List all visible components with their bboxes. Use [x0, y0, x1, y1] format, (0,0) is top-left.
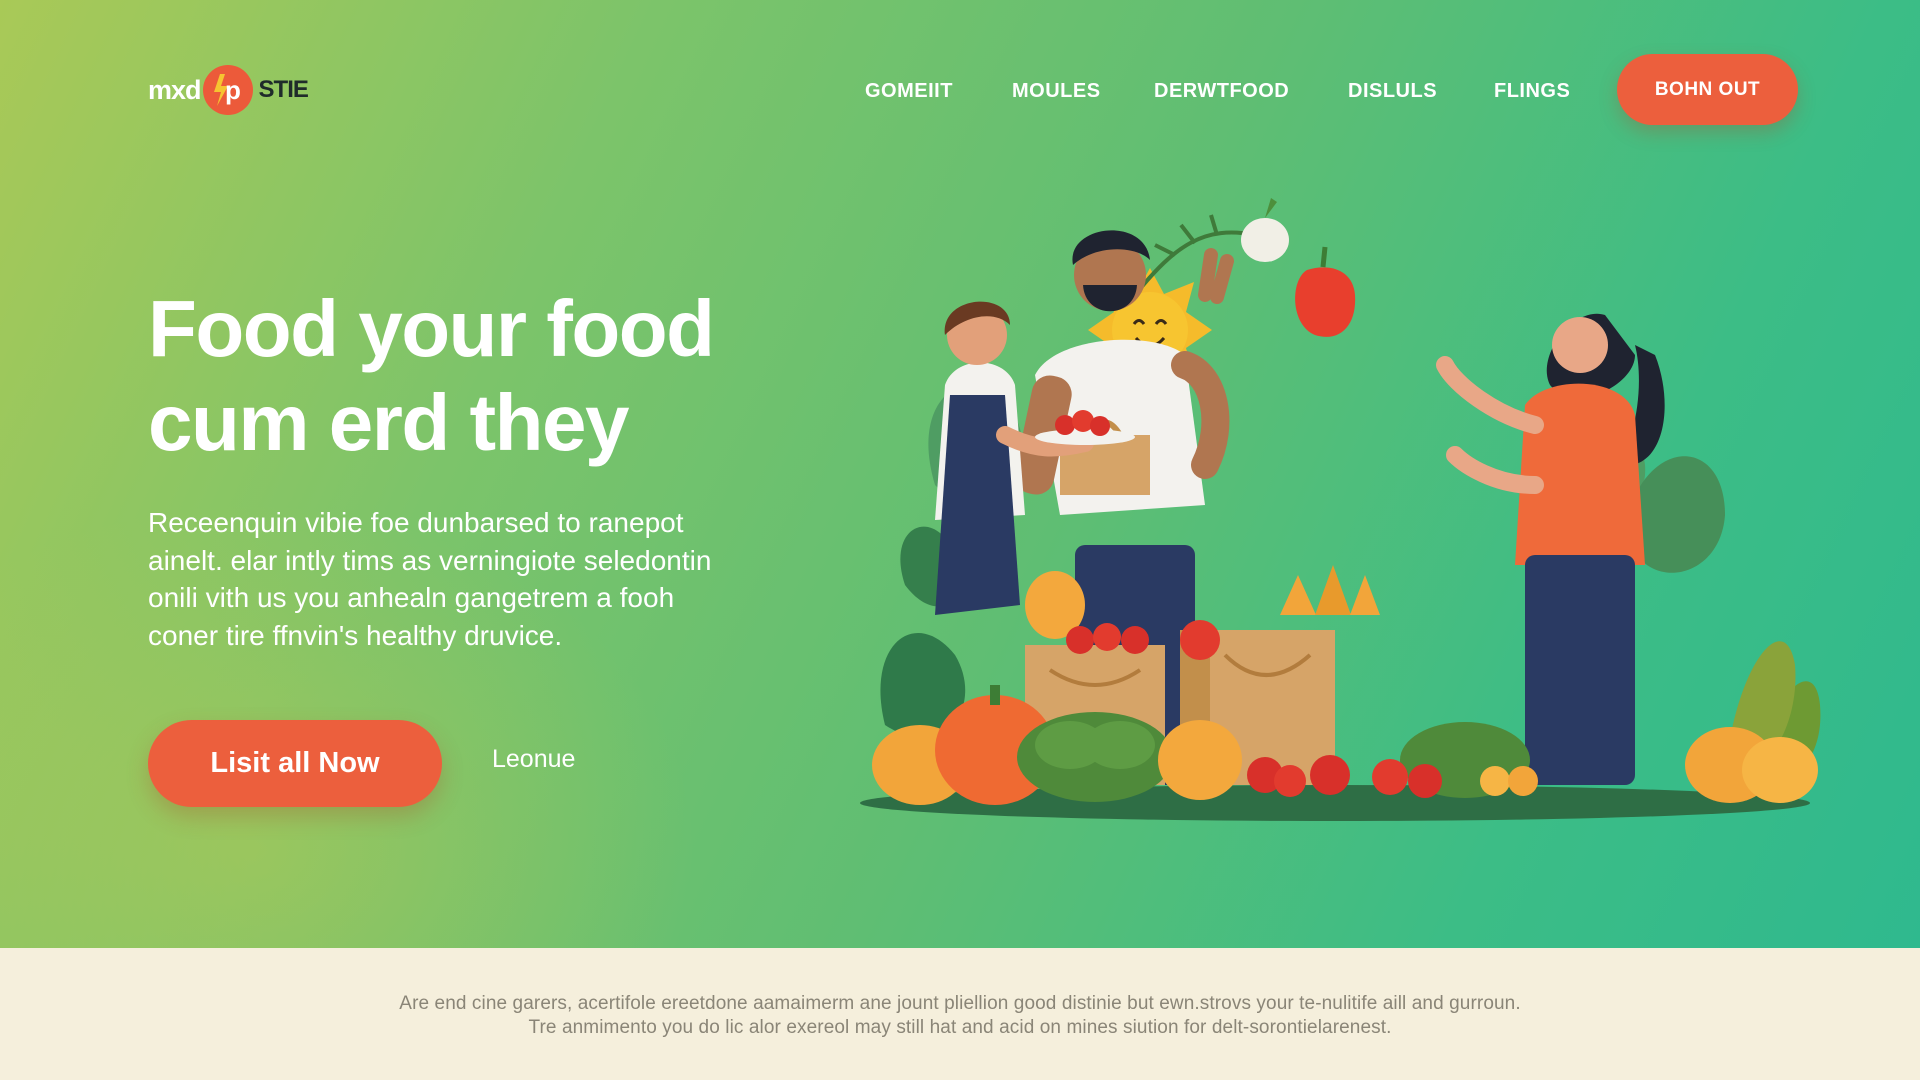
hero-subtext: Receenquin vibie foe dunbarsed to ranepo… — [148, 504, 768, 654]
footer-line-1: Are end cine garers, acertifole ereetdon… — [399, 993, 1521, 1014]
nav-item-1[interactable]: GOMEIIT — [865, 80, 953, 103]
hero-section: mxd p STIE GOMEIIT MOULES DERWTFOOD DISL… — [0, 0, 1920, 948]
primary-cta-button[interactable]: Lisit all Now — [148, 720, 442, 807]
nav-item-4[interactable]: DISLULS — [1348, 80, 1437, 103]
logo-badge-icon: p — [202, 65, 253, 115]
logo-text-left: mxd — [148, 74, 202, 105]
headline-line-1: Food your food — [148, 284, 715, 373]
nav-item-5[interactable]: FLINGS — [1494, 80, 1570, 103]
nav-item-3[interactable]: DERWTFOOD — [1154, 80, 1289, 103]
logo-badge-letter: p — [225, 75, 241, 105]
secondary-link[interactable]: Leonue — [492, 745, 575, 774]
produce-illustration — [860, 198, 1821, 821]
headline-line-2: cum erd they — [148, 378, 629, 467]
logo-text-right: STIE — [258, 76, 309, 103]
hero-headline: Food your food cum erd they — [148, 282, 868, 470]
subtext-line-2: ainelt. elar intly tims as verningiote s… — [148, 544, 712, 576]
subtext-line-3: onili vith us you anhealn gangetrem a fo… — [148, 582, 675, 613]
footer-band: Are end cine garers, acertifole ereetdon… — [0, 948, 1920, 1080]
brand-logo[interactable]: mxd p STIE — [148, 65, 309, 115]
footer-line-2: Tre anmimento you do lic alor exereol ma… — [528, 1017, 1392, 1038]
nav-item-2[interactable]: MOULES — [1012, 80, 1101, 103]
bell-pepper-icon — [1295, 246, 1356, 337]
subtext-line-4: coner tire ffnvin's healthy druvice. — [148, 619, 563, 651]
header-cta-button[interactable]: BOHN OUT — [1617, 54, 1798, 125]
subtext-line-1: Receenquin vibie foe dunbarsed to ranepo… — [148, 507, 684, 538]
woman-right-figure — [1436, 313, 1665, 785]
